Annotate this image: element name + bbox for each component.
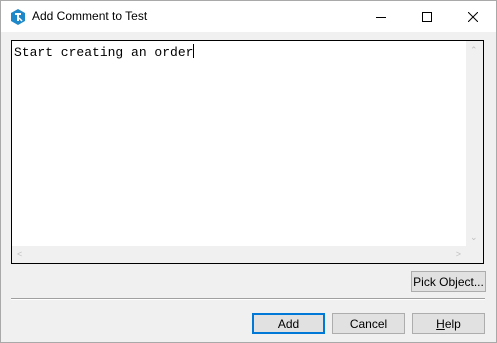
help-label: Help (436, 317, 461, 331)
scroll-up-icon[interactable]: ⌃ (470, 45, 478, 55)
help-button[interactable]: Help (412, 313, 485, 334)
help-label-rest: elp (444, 316, 461, 331)
scroll-down-icon[interactable]: ⌄ (470, 232, 478, 242)
maximize-icon (422, 11, 432, 22)
cancel-label: Cancel (349, 316, 388, 331)
testcomplete-logo-icon (11, 9, 25, 25)
scroll-right-icon[interactable]: > (456, 249, 461, 259)
close-button[interactable] (450, 1, 496, 32)
comment-text[interactable]: Start creating an order (14, 44, 195, 60)
minimize-button[interactable] (358, 1, 404, 32)
scroll-left-icon[interactable]: < (17, 249, 22, 259)
scroll-corner (466, 246, 483, 263)
minimize-icon (376, 16, 386, 18)
separator-line (11, 298, 485, 300)
cancel-button[interactable]: Cancel (332, 313, 405, 334)
comment-text-area[interactable]: Start creating an order ⌃ ⌄ < > (11, 40, 484, 264)
close-icon (468, 11, 478, 22)
title-bar[interactable]: Add Comment to Test (1, 1, 496, 32)
add-button[interactable]: Add (252, 313, 325, 334)
help-label-mnemonic: H (436, 316, 445, 331)
pick-object-label: Pick Object... (413, 274, 484, 289)
pick-object-button[interactable]: Pick Object... (411, 271, 486, 292)
maximize-button[interactable] (404, 1, 450, 32)
comment-text-value: Start creating an order (14, 45, 194, 60)
text-caret (193, 44, 195, 58)
horizontal-scrollbar[interactable]: < > (12, 246, 466, 263)
add-label: Add (277, 316, 300, 331)
window-title: Add Comment to Test (32, 9, 148, 23)
vertical-scrollbar[interactable]: ⌃ ⌄ (466, 41, 483, 246)
add-comment-dialog: Add Comment to Test Start creating an or… (0, 0, 497, 343)
